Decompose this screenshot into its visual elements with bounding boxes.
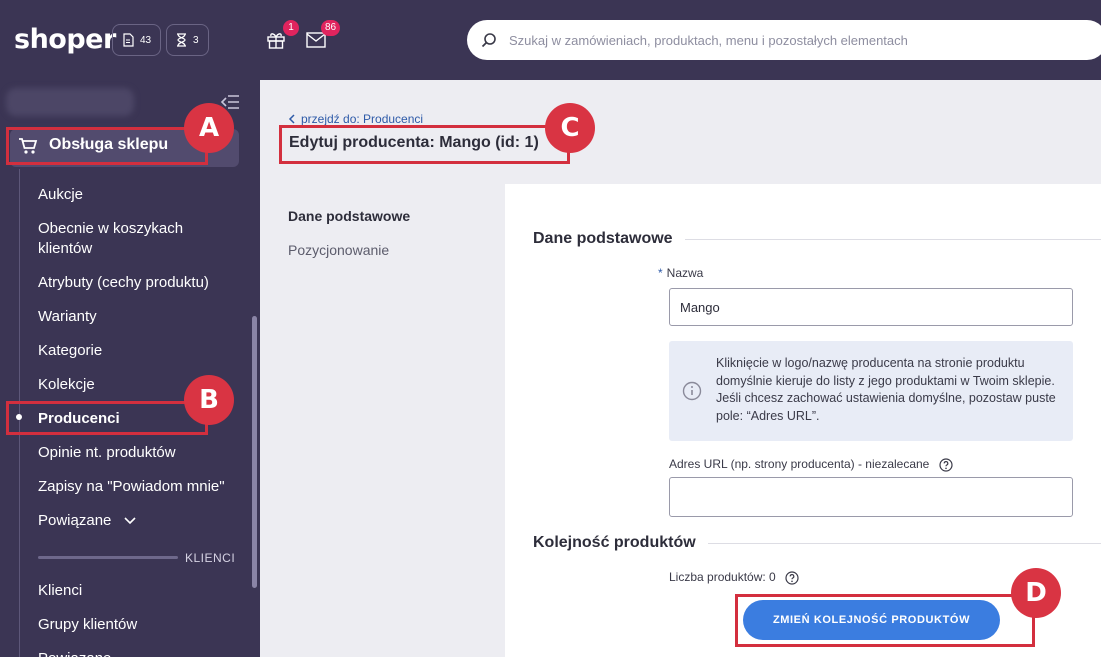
breadcrumb[interactable]: przejdź do: Producenci — [288, 112, 423, 126]
sidebar-item-powiazane[interactable]: Powiązane — [38, 511, 136, 531]
help-icon[interactable] — [939, 458, 953, 472]
info-text: Kliknięcie w logo/nazwę producenta na st… — [716, 356, 1056, 423]
top-bar: shoper 43 3 1 86 Szukaj w zamówieniach, … — [0, 0, 1101, 80]
sidebar: Obsługa sklepu Aukcje Obecnie w koszykac… — [0, 80, 260, 657]
url-label: Adres URL (np. strony producenta) - niez… — [669, 457, 953, 472]
tasks-count: 3 — [193, 34, 199, 46]
search-input[interactable]: Szukaj w zamówieniach, produktach, menu … — [509, 33, 908, 48]
name-label: * Nazwa — [658, 266, 703, 280]
sidebar-item-klienci[interactable]: Klienci — [38, 581, 82, 601]
hourglass-icon — [177, 33, 186, 47]
section-title-order: Kolejność produktów — [533, 534, 708, 552]
annotation-badge-b: B — [184, 375, 234, 425]
mail-badge: 86 — [321, 20, 341, 36]
sidebar-item-grupy-klientow[interactable]: Grupy klientów — [38, 615, 137, 635]
group-label-klienci: KLIENCI — [185, 551, 236, 565]
tasks-counter[interactable]: 3 — [166, 24, 209, 56]
mail-icon[interactable] — [306, 32, 326, 48]
gift-badge: 1 — [283, 20, 299, 36]
url-label-text: Adres URL (np. strony producenta) - niez… — [669, 457, 930, 471]
orders-count: 43 — [140, 34, 152, 46]
name-label-text: Nazwa — [666, 266, 704, 280]
annotation-box-d — [735, 594, 1035, 647]
annotation-box-a — [6, 127, 208, 165]
breadcrumb-link[interactable]: przejdź do: Producenci — [301, 112, 423, 126]
sidebar-item-atrybuty[interactable]: Atrybuty (cechy produktu) — [38, 273, 209, 293]
gift-icon[interactable] — [266, 30, 286, 50]
name-field[interactable]: Mango — [669, 288, 1073, 326]
sidebar-item-zapisy[interactable]: Zapisy na "Powiadom mnie" — [38, 477, 225, 497]
group-divider — [38, 556, 178, 559]
annotation-box-c — [279, 125, 570, 164]
annotation-badge-d: D — [1011, 568, 1061, 618]
chevron-left-icon — [288, 114, 295, 124]
annotation-badge-c: C — [545, 103, 595, 153]
url-field[interactable] — [669, 477, 1073, 517]
search-icon — [481, 33, 496, 48]
orders-counter[interactable]: 43 — [112, 24, 162, 56]
sidebar-item-kolekcje[interactable]: Kolekcje — [38, 375, 95, 395]
info-icon — [682, 381, 702, 401]
annotation-box-b — [6, 401, 208, 435]
tab-dane-podstawowe[interactable]: Dane podstawowe — [288, 208, 410, 224]
tab-pozycjonowanie[interactable]: Pozycjonowanie — [288, 242, 389, 258]
document-icon — [123, 33, 134, 47]
product-count-text: Liczba produktów: 0 — [669, 570, 776, 584]
sidebar-item-aukcje[interactable]: Aukcje — [38, 185, 83, 205]
store-name-blurred — [6, 88, 134, 116]
sidebar-item-powiazane-2[interactable]: Powiązane — [38, 649, 111, 657]
shoper-logo[interactable]: shoper — [14, 24, 116, 55]
chevron-down-icon — [123, 517, 136, 525]
sidebar-item-warianty[interactable]: Warianty — [38, 307, 97, 327]
sidebar-item-label: Powiązane — [38, 512, 112, 529]
sidebar-item-koszyki[interactable]: Obecnie w koszykach klientów — [38, 219, 208, 259]
global-search[interactable]: Szukaj w zamówieniach, produktach, menu … — [467, 20, 1101, 60]
required-marker: * — [658, 266, 663, 280]
sidebar-scrollbar[interactable] — [252, 316, 257, 588]
help-icon-2[interactable] — [785, 571, 799, 585]
sidebar-item-kategorie[interactable]: Kategorie — [38, 341, 102, 361]
section-title-basic: Dane podstawowe — [533, 230, 685, 248]
product-count-label: Liczba produktów: 0 — [669, 570, 799, 585]
sidebar-item-opinie[interactable]: Opinie nt. produktów — [38, 443, 176, 463]
annotation-badge-a: A — [184, 103, 234, 153]
